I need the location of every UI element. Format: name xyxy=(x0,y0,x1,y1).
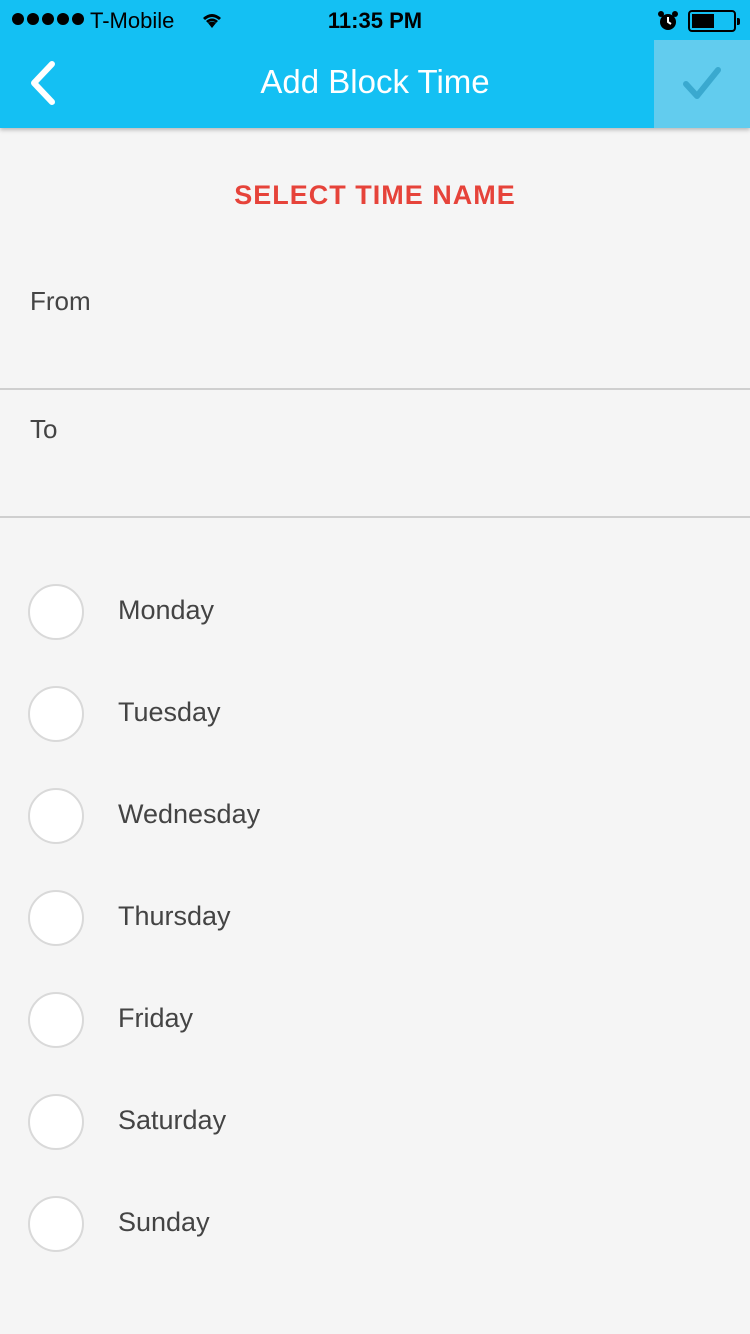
day-option-tuesday[interactable]: Tuesday xyxy=(0,686,750,766)
done-button[interactable] xyxy=(654,40,750,128)
radio-button[interactable] xyxy=(28,890,84,946)
day-label: Monday xyxy=(118,595,215,625)
from-label: From xyxy=(30,286,91,316)
radio-button[interactable] xyxy=(28,992,84,1048)
checkmark-icon xyxy=(683,67,721,99)
day-label: Sunday xyxy=(118,1207,210,1237)
radio-button[interactable] xyxy=(28,1196,84,1252)
day-option-thursday[interactable]: Thursday xyxy=(0,890,750,970)
status-time: 11:35 PM xyxy=(327,8,423,33)
radio-button[interactable] xyxy=(28,788,84,844)
day-label: Friday xyxy=(118,1003,194,1033)
radio-button[interactable] xyxy=(28,584,84,640)
day-label: Saturday xyxy=(118,1105,227,1135)
day-option-sunday[interactable]: Sunday xyxy=(0,1196,750,1276)
day-option-saturday[interactable]: Saturday xyxy=(0,1094,750,1174)
to-label: To xyxy=(30,414,58,444)
page-title: Add Block Time xyxy=(260,63,490,100)
battery-icon xyxy=(688,10,740,32)
status-bar: T-Mobile 11:35 PM xyxy=(0,0,750,40)
day-label: Tuesday xyxy=(118,697,221,727)
from-field[interactable]: From xyxy=(0,262,750,390)
radio-button[interactable] xyxy=(28,1094,84,1150)
select-time-name-button[interactable]: SELECT TIME NAME xyxy=(0,180,750,211)
app-header: T-Mobile 11:35 PM Add Block Time xyxy=(0,0,750,128)
alarm-icon xyxy=(657,10,679,38)
day-option-friday[interactable]: Friday xyxy=(0,992,750,1072)
day-option-monday[interactable]: Monday xyxy=(0,584,750,664)
day-label: Wednesday xyxy=(118,799,261,829)
radio-button[interactable] xyxy=(28,686,84,742)
day-option-wednesday[interactable]: Wednesday xyxy=(0,788,750,868)
day-label: Thursday xyxy=(118,901,231,931)
to-field[interactable]: To xyxy=(0,390,750,518)
